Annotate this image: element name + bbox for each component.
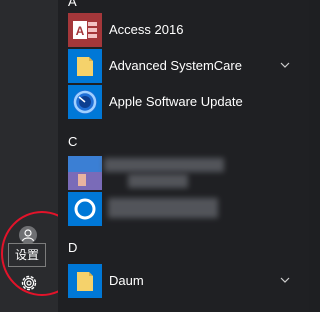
app-apple-software-update[interactable]: Apple Software Update [58,85,309,119]
app-label: Daum [109,273,144,288]
blurred-app-icon [68,156,102,190]
start-menu-rail: 设置 [0,0,83,312]
app-label: Apple Software Update [109,94,243,109]
app-label: Advanced SystemCare [109,58,242,73]
blurred-label [128,174,188,188]
svg-text:A: A [76,24,85,38]
app-blurred-2[interactable] [58,192,309,226]
app-advanced-systemcare[interactable]: Advanced SystemCare [58,49,309,83]
cortana-ring-icon [68,192,102,226]
section-header-d[interactable]: D [68,240,77,255]
access-icon: A [68,13,102,47]
apple-update-icon [68,85,102,119]
app-daum[interactable]: Daum [58,264,309,298]
chevron-down-icon[interactable] [280,60,290,70]
section-header-c[interactable]: C [68,134,77,149]
app-access-2016[interactable]: A Access 2016 [58,13,309,47]
blurred-label [108,198,218,218]
app-blurred-1[interactable] [58,156,309,190]
section-header-a[interactable]: A [68,0,77,9]
app-list: A A Access 2016 Advanced SystemCare Appl… [58,0,309,312]
app-label: Access 2016 [109,22,184,37]
folder-icon [68,264,102,298]
chevron-down-icon[interactable] [280,275,290,285]
folder-icon [68,49,102,83]
blurred-label [104,158,224,172]
